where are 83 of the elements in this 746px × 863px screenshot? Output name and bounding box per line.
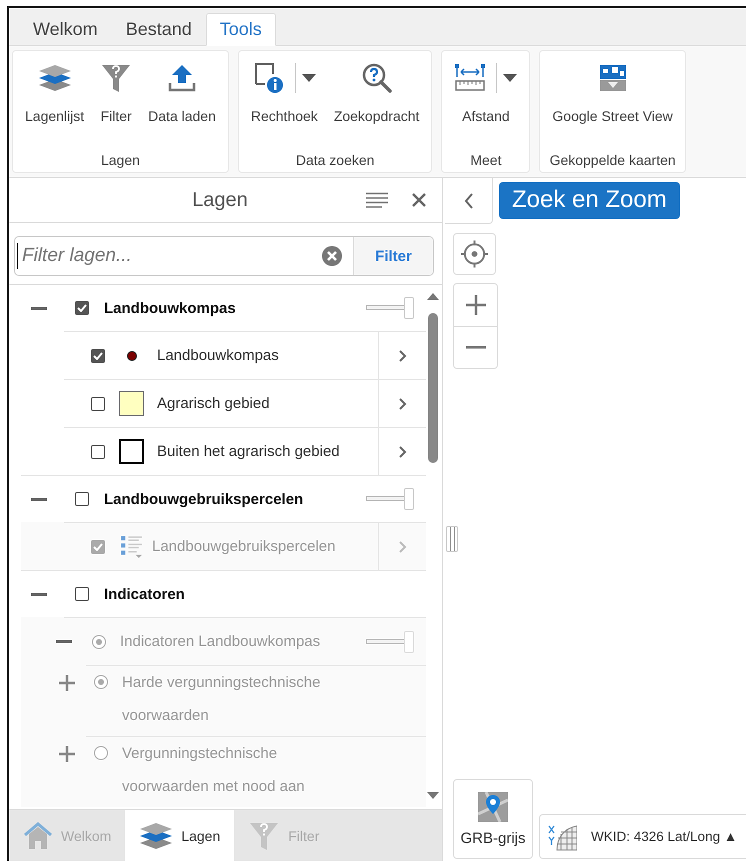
checkmark-icon <box>77 304 87 312</box>
ribbon-tool-button[interactable]: Filter <box>92 59 140 152</box>
expand-toggle[interactable] <box>31 498 47 500</box>
ribbon-tab[interactable]: Bestand <box>112 13 206 46</box>
minus-icon <box>31 306 47 310</box>
ribbon-tool-button[interactable]: Afstand <box>446 59 526 152</box>
layer-group-label: Landbouwkompas <box>104 300 237 316</box>
layer-group-label: Indicatoren <box>104 586 186 602</box>
caret-icon <box>503 74 518 82</box>
ribbon-tab[interactable]: Tools <box>206 13 276 46</box>
ribbon-tool-button[interactable]: Rechthoek <box>242 59 326 152</box>
ribbon-tool-button[interactable]: Google Street View <box>544 59 681 152</box>
scroll-down-icon <box>427 792 439 799</box>
opacity-slider[interactable] <box>366 297 416 319</box>
layer-group-label: Indicatoren Landbouwkompas <box>120 633 322 650</box>
layer-group-label: Landbouwgebruikspercelen <box>104 490 304 508</box>
filter-field[interactable]: Filter lagen... Filter <box>14 236 434 276</box>
layer-label: Landbouwgebruikspercelen <box>152 538 336 555</box>
checkbox[interactable] <box>75 492 89 506</box>
group-title: Lagen <box>100 152 141 170</box>
search-zoom-button[interactable]: Zoek en Zoom <box>499 182 680 219</box>
layer-label: Agrarisch gebied <box>157 395 271 412</box>
plus-icon <box>466 295 486 315</box>
splitter-handle[interactable] <box>446 526 458 552</box>
chevron-right-icon <box>398 446 406 458</box>
map-pin-icon <box>478 792 508 822</box>
checkmark-icon <box>93 542 103 550</box>
checkbox[interactable] <box>75 301 89 315</box>
group-title: Gekoppelde kaarten <box>548 152 677 170</box>
home-icon <box>23 820 53 850</box>
upload-icon <box>167 63 198 93</box>
expand-toggle[interactable] <box>31 592 47 596</box>
rectangle-info-icon <box>252 62 285 94</box>
panel-tab[interactable]: Lagen <box>125 810 234 861</box>
layers-icon <box>139 820 174 850</box>
ribbon-tool-button[interactable]: Data laden <box>140 59 224 152</box>
locate-button[interactable] <box>453 233 496 275</box>
clear-icon <box>322 246 342 266</box>
close-icon <box>412 193 426 207</box>
ribbon-tool-button[interactable]: Lagenlijst <box>17 59 92 152</box>
ribbon-tool-button[interactable]: Zoekopdracht <box>326 59 428 152</box>
panel-title: Lagen <box>191 188 249 212</box>
slider-thumb[interactable] <box>404 488 414 510</box>
opacity-slider[interactable] <box>366 488 416 510</box>
plus-icon <box>59 674 75 690</box>
layers-icon <box>38 63 72 93</box>
minus-icon <box>31 592 47 596</box>
ribbon-tab[interactable]: Welkom <box>19 13 112 46</box>
plus-icon <box>59 746 75 762</box>
minus-icon <box>466 346 486 349</box>
clear-button[interactable] <box>322 246 342 266</box>
layer-label: Harde vergunningstechnische voorwaarden <box>122 673 322 726</box>
layer-label: Landbouwkompas <box>157 347 280 364</box>
checkbox[interactable] <box>75 587 89 601</box>
chevron-right-icon <box>398 398 406 410</box>
chevron-right-icon <box>398 350 406 362</box>
menu-icon <box>366 192 388 208</box>
map-view-icon <box>598 63 628 93</box>
basemap-button[interactable]: GRB-grijs <box>453 779 533 859</box>
minus-icon <box>56 640 72 643</box>
expand-toggle[interactable] <box>31 306 47 310</box>
slider-thumb[interactable] <box>404 297 414 319</box>
scrollbar-thumb[interactable] <box>428 313 438 463</box>
group-title: Meet <box>469 152 502 170</box>
legend-list-icon <box>119 534 144 559</box>
group-title: Data zoeken <box>294 152 376 170</box>
locate-icon <box>460 239 489 269</box>
layer-label: Vergunningstechnische voorwaarden met nood aan <box>122 744 306 797</box>
checkbox[interactable] <box>91 348 105 362</box>
checkbox[interactable] <box>91 396 105 410</box>
coordinate-system-button[interactable]: WKID: 4326 Lat/Long ▲ <box>539 814 746 859</box>
chevron-left-icon <box>464 192 474 208</box>
ruler-icon <box>454 63 486 93</box>
chevron-right-icon <box>398 540 406 552</box>
minus-icon <box>31 498 47 500</box>
scroll-up-icon <box>427 293 439 300</box>
checkmark-icon <box>93 352 103 360</box>
funnel-icon <box>100 62 132 94</box>
search-icon <box>360 62 393 94</box>
layer-label: Buiten het agrarisch gebied <box>157 443 341 460</box>
checkbox[interactable] <box>91 444 105 458</box>
caret-icon <box>302 74 316 82</box>
filter-button[interactable]: Filter <box>353 237 433 275</box>
